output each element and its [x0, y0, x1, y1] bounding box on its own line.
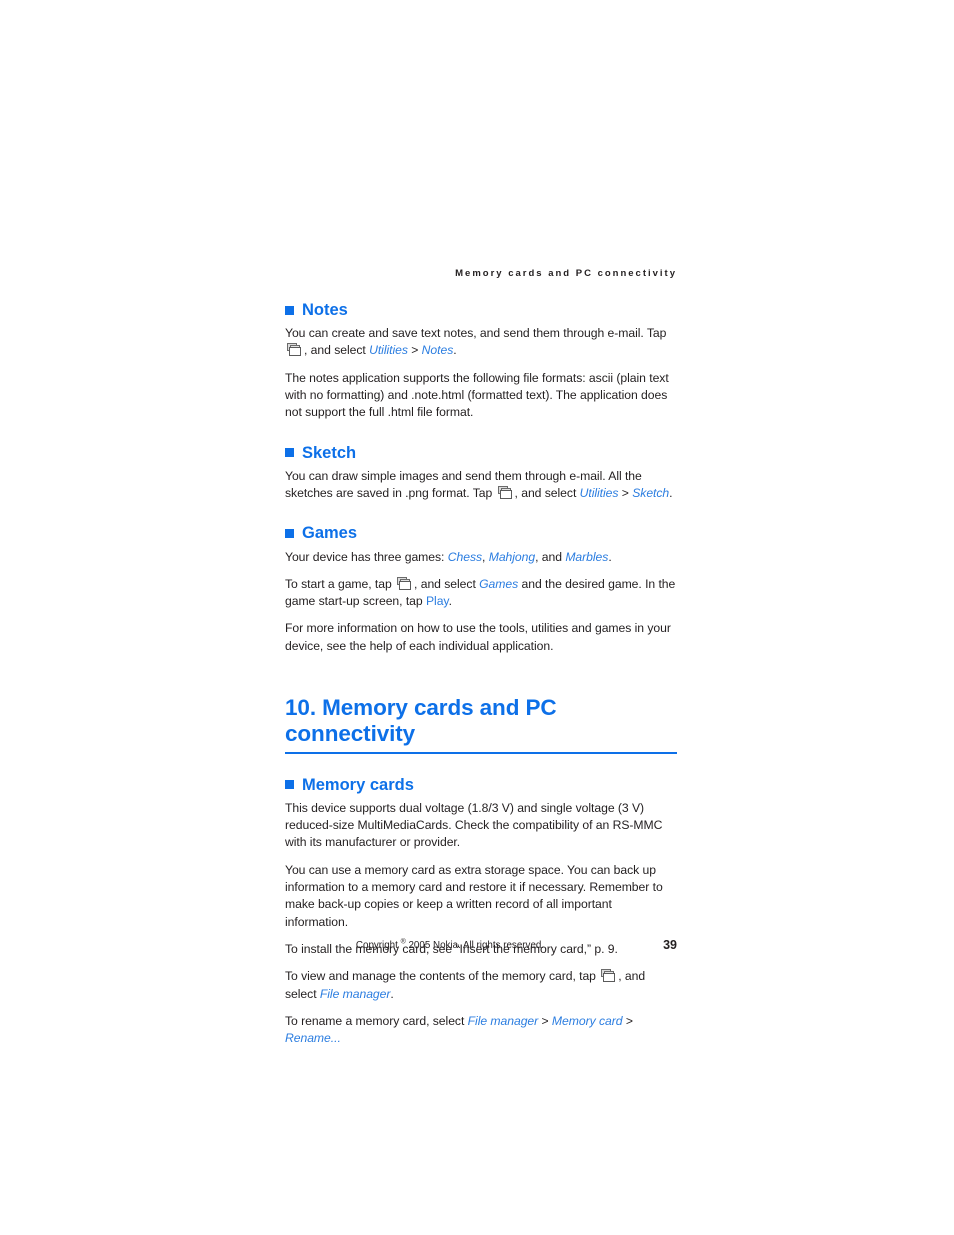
text-run: . [390, 986, 394, 1001]
text-run: , and select [304, 343, 370, 358]
path-separator: > [407, 343, 422, 358]
section-heading-memory-cards: Memory cards [285, 776, 677, 794]
path-separator: > [618, 486, 633, 501]
path-separator: > [538, 1013, 552, 1028]
text-run: . [669, 486, 673, 501]
body-paragraph: The notes application supports the follo… [285, 370, 677, 422]
section-heading-label: Notes [302, 301, 348, 319]
text-run: . [448, 594, 452, 609]
ui-reference-italic: Marbles [565, 549, 609, 564]
ui-reference-italic: File manager [467, 1013, 539, 1028]
text-run: You can use a memory card as extra stora… [285, 862, 663, 929]
desk-menu-icon [497, 486, 513, 500]
page-footer: Copyright ® 2005 Nokia. All rights reser… [285, 938, 677, 958]
body-paragraph: Your device has three games: Chess, Mahj… [285, 549, 677, 566]
chapter-title: 10. Memory cards and PC connectivity [285, 695, 677, 754]
ui-reference: Play [425, 594, 449, 609]
ui-reference-italic: File manager [319, 986, 391, 1001]
chapter-title-spacer [285, 754, 677, 776]
text-run: The notes application supports the follo… [285, 370, 669, 420]
text-run: For more information on how to use the t… [285, 621, 671, 653]
ui-reference-italic: Memory card [551, 1013, 623, 1028]
body-paragraph: For more information on how to use the t… [285, 620, 677, 655]
ui-reference-italic: Utilities [579, 486, 619, 501]
copyright-pre: Copyright [355, 940, 401, 951]
text-run: This device supports dual voltage (1.8/3… [285, 800, 663, 850]
text-run: . [453, 343, 457, 358]
section-bullet-square-icon [285, 305, 294, 315]
body-paragraph: You can draw simple images and send them… [285, 468, 677, 503]
sections-container: Notes You can create and save text notes,… [285, 301, 677, 655]
section-bullet-square-icon [285, 528, 294, 538]
ui-reference-italic: Games [479, 576, 519, 591]
text-run: , and select [514, 486, 580, 501]
text-run: You can create and save text notes, and … [285, 326, 667, 341]
ui-reference-italic: Mahjong [488, 549, 536, 564]
section-heading-label: Sketch [302, 443, 357, 462]
section-bullet-square-icon [285, 780, 294, 790]
text-run: , and [535, 549, 566, 564]
desk-menu-icon-window [399, 580, 412, 590]
ui-reference-italic: Chess [447, 549, 483, 564]
copyright-post: 2005 Nokia. All rights reserved. [405, 940, 545, 951]
body-paragraph: To start a game, tap , and select Games … [285, 576, 677, 611]
path-separator: > [622, 1013, 633, 1028]
body-paragraph: To view and manage the contents of the m… [285, 968, 677, 1003]
copyright-notice: Copyright ® 2005 Nokia. All rights reser… [285, 939, 615, 951]
ui-reference-italic: Rename... [285, 1031, 341, 1046]
section-heading-label: Games [302, 524, 358, 543]
text-run: Your device has three games: [285, 549, 448, 564]
desk-menu-icon [287, 343, 302, 357]
text-run: . [608, 549, 612, 564]
text-run: , and select [414, 576, 480, 591]
desk-menu-icon-window [499, 490, 512, 500]
ui-reference-italic: Notes [421, 343, 454, 358]
desk-menu-icon [601, 969, 616, 983]
text-run: To rename a memory card, select [285, 1013, 468, 1028]
section-heading-label: Memory cards [302, 775, 414, 794]
ui-reference-italic: Sketch [632, 486, 670, 501]
body-paragraph: You can create and save text notes, and … [285, 325, 677, 360]
chapter-sections-container: Memory cards This device supports dual vo… [285, 776, 677, 1048]
body-paragraph: You can use a memory card as extra stora… [285, 862, 677, 931]
running-header: Memory cards and PC connectivity [455, 268, 677, 279]
section-heading-sketch: Sketch [285, 444, 677, 462]
text-run: To start a game, tap [285, 576, 396, 591]
body-paragraph: This device supports dual voltage (1.8/3… [285, 800, 677, 852]
page-number: 39 [663, 938, 677, 952]
desk-menu-icon-window [289, 347, 301, 357]
section-heading-games: Games [285, 524, 677, 542]
desk-menu-icon [397, 576, 412, 590]
section-heading-notes: Notes [285, 301, 677, 319]
text-run: To view and manage the contents of the m… [285, 969, 600, 984]
text-run: , [482, 549, 489, 564]
section-bullet-square-icon [285, 448, 294, 458]
ui-reference-italic: Utilities [369, 343, 408, 358]
document-page: Memory cards and PC connectivity Notes Yo… [0, 0, 954, 1235]
desk-menu-icon-window [603, 973, 616, 983]
body-paragraph: To rename a memory card, select File man… [285, 1013, 677, 1048]
